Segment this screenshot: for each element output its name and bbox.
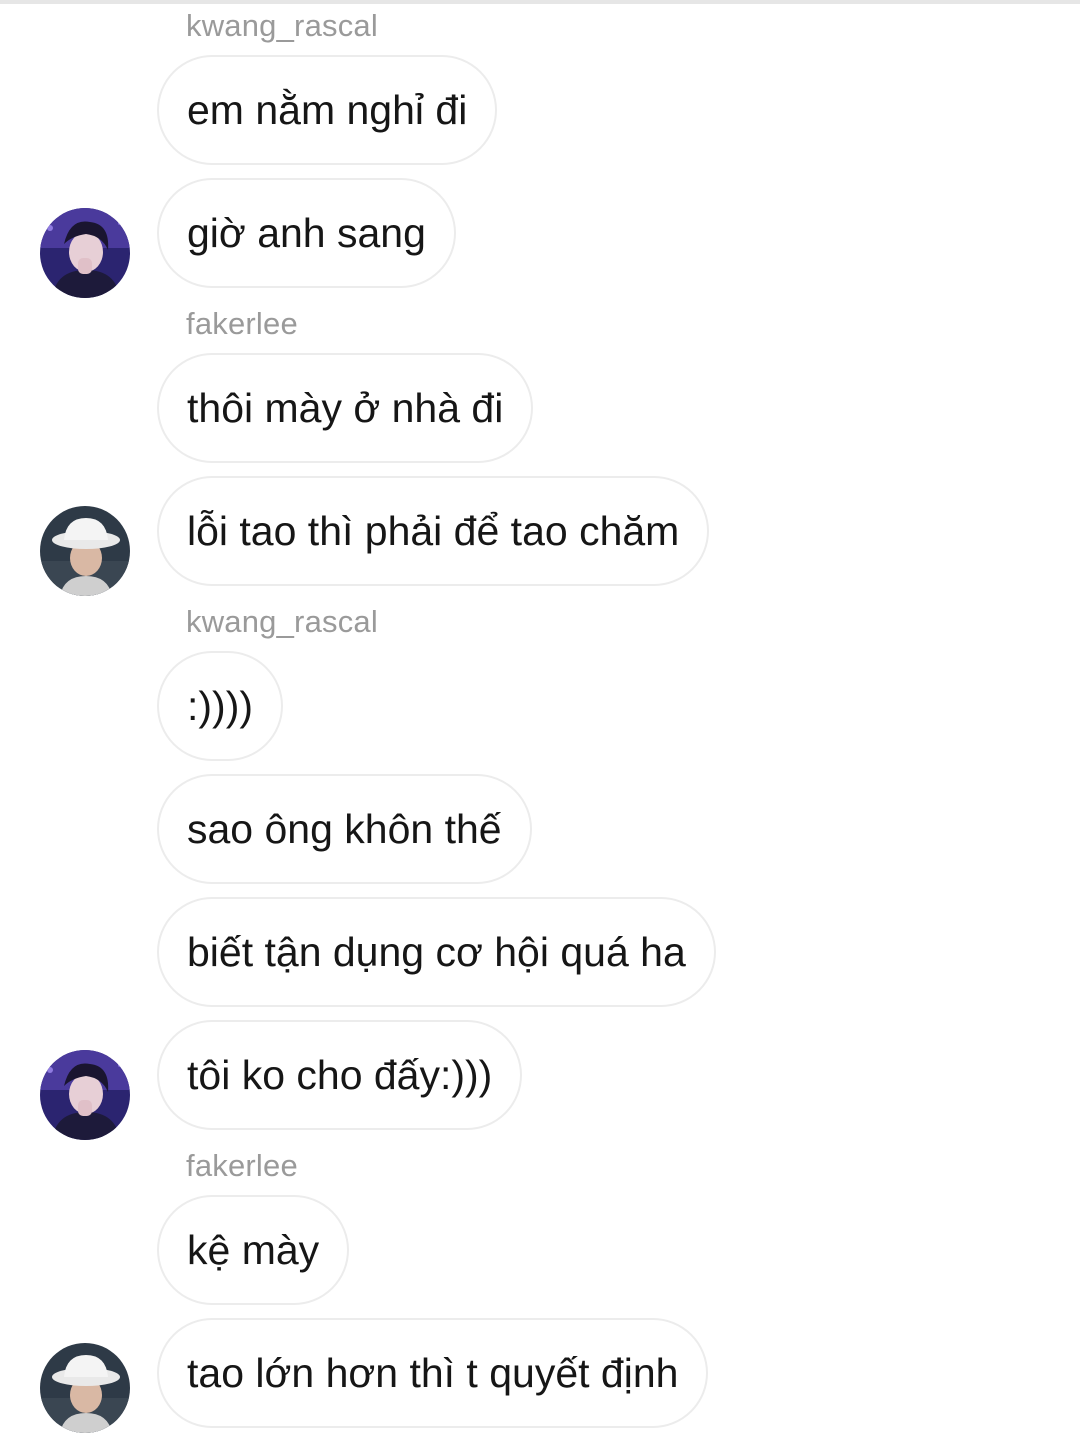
message-text: tôi ko cho đấy:))) xyxy=(187,1051,493,1098)
message-text: biết tận dụng cơ hội quá ha xyxy=(187,928,686,975)
message-text: kệ mày xyxy=(187,1226,320,1273)
message-bubble[interactable]: kệ mày xyxy=(157,1195,350,1305)
avatar-bucket-hat-icon xyxy=(40,1343,130,1433)
avatar-kwang-rascal[interactable] xyxy=(40,208,130,298)
message-bubble[interactable]: sao ông khôn thế xyxy=(157,774,532,884)
message-text: lỗi tao thì phải để tao chăm xyxy=(187,507,680,554)
sender-name: kwang_rascal xyxy=(186,604,378,639)
message-text: :)))) xyxy=(187,682,254,729)
sender-name: fakerlee xyxy=(186,1148,298,1183)
message-text: sao ông khôn thế xyxy=(187,805,502,852)
message-bubble[interactable]: :)))) xyxy=(157,651,284,761)
message-bubble[interactable]: tôi ko cho đấy:))) xyxy=(157,1020,523,1130)
message-bubble[interactable]: thôi mày ở nhà đi xyxy=(157,353,534,463)
sender-name: kwang_rascal xyxy=(186,8,378,43)
avatar-dark-hair-icon xyxy=(40,208,130,298)
avatar-kwang-rascal[interactable] xyxy=(40,1050,130,1140)
avatar-bucket-hat-icon xyxy=(40,506,130,596)
message-bubble[interactable]: tao lớn hơn thì t quyết định xyxy=(157,1318,709,1428)
message-text: thôi mày ở nhà đi xyxy=(187,384,504,431)
message-text: em nằm nghỉ đi xyxy=(187,86,468,133)
avatar-fakerlee[interactable] xyxy=(40,1343,130,1433)
message-text: giờ anh sang xyxy=(187,209,426,256)
message-bubble[interactable]: em nằm nghỉ đi xyxy=(157,55,498,165)
top-divider xyxy=(0,0,1080,4)
sender-name: fakerlee xyxy=(186,306,298,341)
avatar-fakerlee[interactable] xyxy=(40,506,130,596)
avatar-dark-hair-icon xyxy=(40,1050,130,1140)
message-text: tao lớn hơn thì t quyết định xyxy=(187,1349,679,1396)
message-bubble[interactable]: biết tận dụng cơ hội quá ha xyxy=(157,897,716,1007)
message-bubble[interactable]: lỗi tao thì phải để tao chăm xyxy=(157,476,710,586)
message-bubble[interactable]: giờ anh sang xyxy=(157,178,456,288)
